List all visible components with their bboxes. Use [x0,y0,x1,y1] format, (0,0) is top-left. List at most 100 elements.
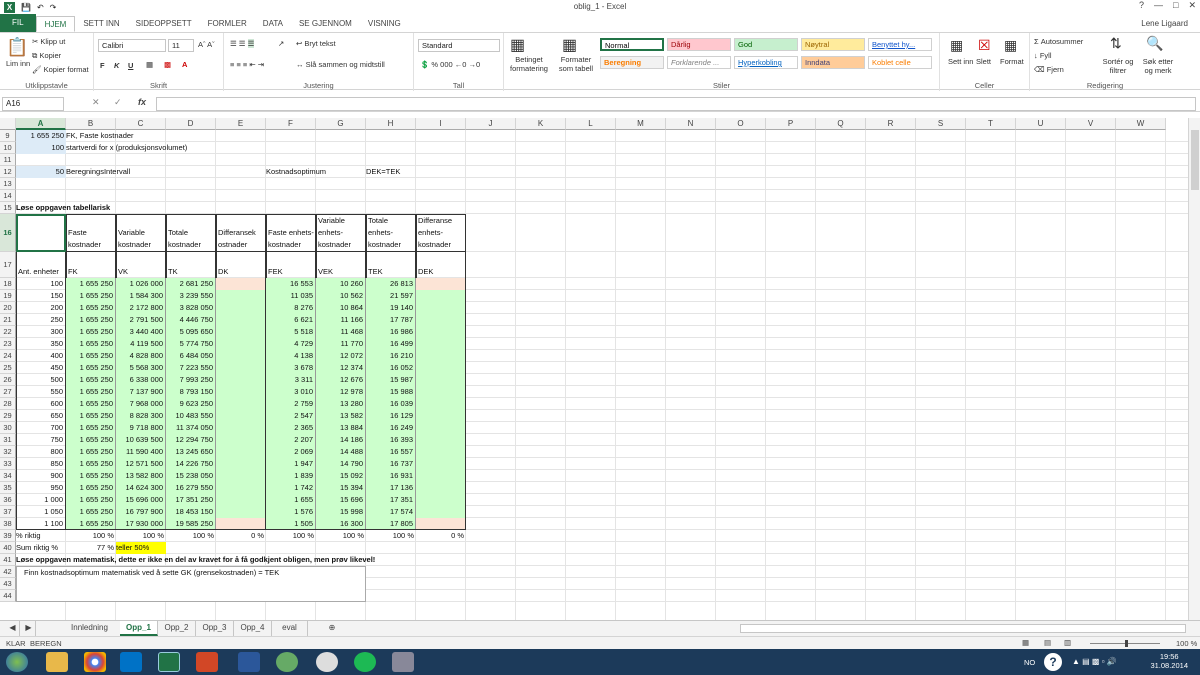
column-header-g[interactable]: G [316,118,366,130]
fk-cell[interactable]: 1 655 250 [66,434,116,446]
fek-cell[interactable]: 5 518 [266,326,316,338]
row-header-24[interactable]: 24 [0,350,16,362]
fk-cell[interactable]: 1 655 250 [66,362,116,374]
dk-cell[interactable] [216,338,266,350]
dek-cell[interactable] [416,326,466,338]
fek-cell[interactable]: 6 621 [266,314,316,326]
vek-cell[interactable]: 11 770 [316,338,366,350]
insert-cells-button[interactable]: Sett inn [948,57,973,66]
row-header-18[interactable]: 18 [0,278,16,290]
dk-cell[interactable] [216,494,266,506]
row-header-26[interactable]: 26 [0,374,16,386]
name-box[interactable]: A16 [2,97,64,111]
file-explorer-icon[interactable] [46,652,68,672]
tk-cell[interactable]: 4 446 750 [166,314,216,326]
vek-cell[interactable]: 14 488 [316,446,366,458]
fill-color-icon[interactable]: ▩ [164,60,171,69]
cell-style-7[interactable]: Forklarende ... [667,56,731,69]
abbr-tek[interactable]: TEK [366,252,416,278]
header-3[interactable]: Variable kostnader [116,214,166,252]
interval-input[interactable]: 50 [16,166,66,178]
vek-cell[interactable]: 12 978 [316,386,366,398]
tab-sideoppsett[interactable]: SIDEOPPSETT [128,16,200,32]
vk-cell[interactable]: 9 718 800 [116,422,166,434]
row-header-23[interactable]: 23 [0,338,16,350]
units-cell[interactable]: 950 [16,482,66,494]
units-cell[interactable]: 150 [16,290,66,302]
row-header-12[interactable]: 12 [0,166,16,178]
cell-style-9[interactable]: Inndata [801,56,865,69]
units-cell[interactable]: 350 [16,338,66,350]
row-header-16[interactable]: 16 [0,214,16,252]
dk-cell[interactable] [216,410,266,422]
units-cell[interactable]: 500 [16,374,66,386]
number-format-select[interactable]: Standard [418,39,500,52]
format-painter-button[interactable]: 🖌 Kopier format [32,65,89,74]
select-all-corner[interactable] [0,118,16,130]
counts-50-note[interactable]: teller 50% [116,542,166,554]
abbr-dek[interactable]: DEK [416,252,466,278]
tab-data[interactable]: DATA [255,16,291,32]
fk-cell[interactable]: 1 655 250 [66,314,116,326]
formula-input[interactable] [156,97,1196,111]
tray-icons[interactable]: ▲ ▤ ▩ ▫ 🔊 [1072,657,1117,666]
format-table-button[interactable]: Formater som tabell [554,55,598,73]
tek-cell[interactable]: 16 737 [366,458,416,470]
vek-cell[interactable]: 11 468 [316,326,366,338]
vk-cell[interactable]: 16 797 900 [116,506,166,518]
header-7[interactable]: Variable enhets- kostnader [316,214,366,252]
fk-cell[interactable]: 1 655 250 [66,482,116,494]
format-cells-icon[interactable]: ▦ [1004,37,1017,54]
row-header-34[interactable]: 34 [0,470,16,482]
tek-cell[interactable]: 17 574 [366,506,416,518]
column-header-j[interactable]: J [466,118,516,130]
dek-cell[interactable] [416,338,466,350]
vk-cell[interactable]: 1 026 000 [116,278,166,290]
column-header-r[interactable]: R [866,118,916,130]
fek-cell[interactable]: 2 547 [266,410,316,422]
cell-style-2[interactable]: Dårlig [667,38,731,51]
font-name-select[interactable]: Calibri [98,39,166,52]
dk-cell[interactable] [216,482,266,494]
vek-cell[interactable]: 10 562 [316,290,366,302]
tab-fil[interactable]: FIL [0,14,36,32]
vek-cell[interactable]: 13 884 [316,422,366,434]
dek-cell[interactable] [416,302,466,314]
column-header-w[interactable]: W [1116,118,1166,130]
tek-cell[interactable]: 17 351 [366,494,416,506]
row-header-44[interactable]: 44 [0,590,16,602]
next-sheet-icon[interactable]: ▶ [22,621,36,636]
clear-button[interactable]: ⌫ Fjern [1034,65,1064,74]
tk-cell[interactable]: 6 484 050 [166,350,216,362]
vek-cell[interactable]: 15 092 [316,470,366,482]
dk-cell[interactable] [216,302,266,314]
start-button-icon[interactable] [6,652,28,672]
conditional-format-button[interactable]: Betinget formatering [506,55,552,73]
dek-cell[interactable] [416,446,466,458]
fk-cell[interactable]: 1 655 250 [66,446,116,458]
vk-cell[interactable]: 8 828 300 [116,410,166,422]
outlook-icon[interactable] [120,652,142,672]
vek-cell[interactable]: 12 072 [316,350,366,362]
fek-cell[interactable]: 1 655 [266,494,316,506]
dek-cell[interactable] [416,458,466,470]
tk-cell[interactable]: 3 239 550 [166,290,216,302]
dk-cell[interactable] [216,326,266,338]
find-select-icon[interactable]: 🔍 [1146,35,1163,52]
fk-cell[interactable]: 1 655 250 [66,290,116,302]
units-cell[interactable]: 900 [16,470,66,482]
row-header-38[interactable]: 38 [0,518,16,530]
align-top-icon[interactable]: ☰ ☰ ☰ [230,39,255,48]
vk-cell[interactable]: 12 571 500 [116,458,166,470]
fek-cell[interactable]: 1 576 [266,506,316,518]
vek-cell[interactable]: 11 166 [316,314,366,326]
units-cell[interactable]: 250 [16,314,66,326]
tk-cell[interactable]: 15 238 050 [166,470,216,482]
zoom-slider-thumb[interactable] [1125,640,1128,647]
vk-cell[interactable]: 11 590 400 [116,446,166,458]
worksheet-grid[interactable]: A B C D E F G H I J K L M N O P Q R S T U V W 9 10 11 12 13 14 15 16 17… [0,118,1188,620]
fek-cell[interactable]: 2 759 [266,398,316,410]
column-header-n[interactable]: N [666,118,716,130]
row-header-25[interactable]: 25 [0,362,16,374]
vek-cell[interactable]: 13 280 [316,398,366,410]
